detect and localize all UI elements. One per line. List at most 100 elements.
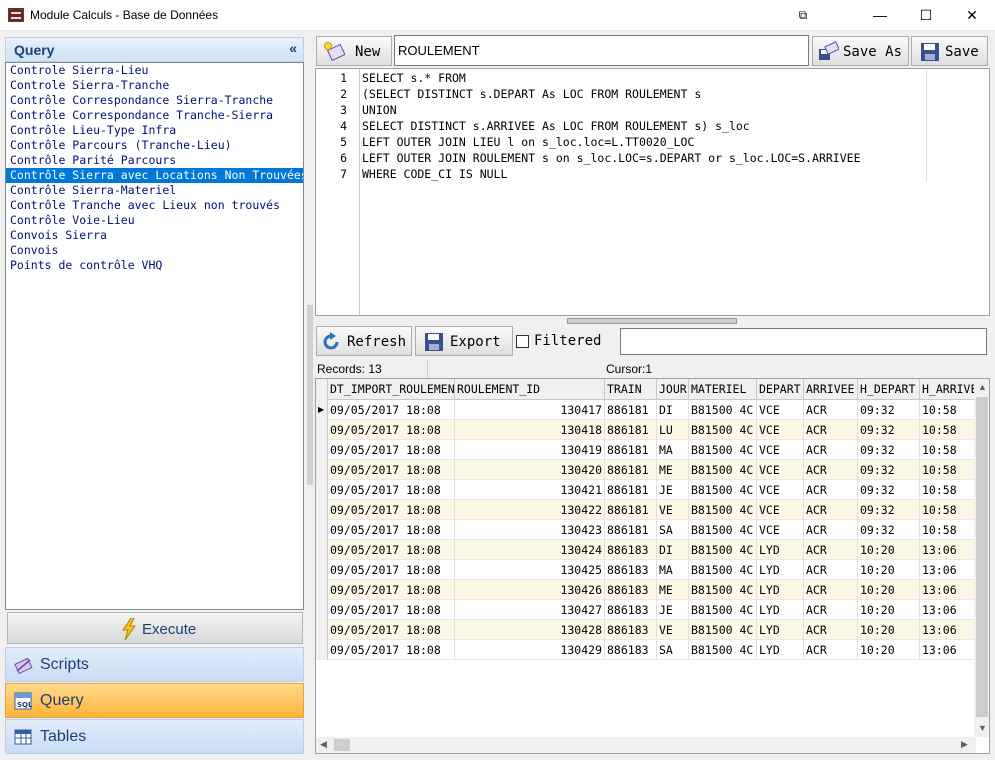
column-header[interactable]: MATERIEL [689, 379, 757, 400]
vertical-scroll-thumb[interactable] [976, 397, 988, 717]
table-cell[interactable]: B81500 4C [689, 560, 757, 580]
query-list-item[interactable]: Convois Sierra [6, 228, 303, 243]
row-indicator[interactable]: ▶ [316, 400, 328, 420]
query-list-item[interactable]: Contrôle Sierra avec Locations Non Trouv… [6, 168, 303, 183]
table-cell[interactable]: 09/05/2017 18:08 [328, 480, 455, 500]
table-cell[interactable]: B81500 4C [689, 520, 757, 540]
table-cell[interactable]: 130419 [455, 440, 605, 460]
table-cell[interactable]: 130425 [455, 560, 605, 580]
table-row[interactable]: 09/05/2017 18:08 130428 886183 VE B81500 4C L… [316, 620, 988, 640]
table-cell[interactable]: 09/05/2017 18:08 [328, 460, 455, 480]
table-cell[interactable]: LYD [757, 600, 804, 620]
table-cell[interactable]: 886181 [605, 480, 657, 500]
table-cell[interactable]: 10:20 [858, 580, 920, 600]
horizontal-scrollbar[interactable]: ◀ ▶ [316, 737, 976, 753]
horizontal-scroll-thumb[interactable] [334, 739, 350, 751]
query-list-item[interactable]: Contrôle Parcours (Tranche-Lieu) [6, 138, 303, 153]
table-cell[interactable]: 09/05/2017 18:08 [328, 600, 455, 620]
table-row[interactable]: 09/05/2017 18:08 130429 886183 SA B81500 4C L… [316, 640, 988, 660]
table-row[interactable]: 09/05/2017 18:08 130423 886181 SA B81500 4C V… [316, 520, 988, 540]
code-line[interactable]: (SELECT DISTINCT s.DEPART As LOC FROM RO… [362, 86, 926, 102]
table-cell[interactable]: ACR [804, 600, 858, 620]
column-header[interactable]: H_DEPART [858, 379, 920, 400]
export-button[interactable]: Export [415, 326, 513, 356]
new-button[interactable]: New [316, 36, 392, 66]
table-cell[interactable]: 09/05/2017 18:08 [328, 540, 455, 560]
query-list-item[interactable]: Controle Sierra-Lieu [6, 63, 303, 78]
table-cell[interactable]: 09/05/2017 18:08 [328, 500, 455, 520]
table-cell[interactable]: 130427 [455, 600, 605, 620]
table-cell[interactable]: 886183 [605, 560, 657, 580]
column-header[interactable]: DT_IMPORT_ROULEMENT [328, 379, 455, 400]
row-indicator[interactable] [316, 460, 328, 480]
table-cell[interactable]: B81500 4C [689, 460, 757, 480]
table-row[interactable]: 09/05/2017 18:08 130425 886183 MA B81500 4C L… [316, 560, 988, 580]
table-cell[interactable]: B81500 4C [689, 500, 757, 520]
table-cell[interactable]: 09/05/2017 18:08 [328, 400, 455, 420]
table-cell[interactable]: VCE [757, 440, 804, 460]
table-cell[interactable]: 130421 [455, 480, 605, 500]
row-indicator[interactable] [316, 620, 328, 640]
table-row[interactable]: 09/05/2017 18:08 130419 886181 MA B81500 4C V… [316, 440, 988, 460]
code-line[interactable]: LEFT OUTER JOIN ROULEMENT s on s_loc.LOC… [362, 150, 926, 166]
table-cell[interactable]: 09/05/2017 18:08 [328, 420, 455, 440]
code-line[interactable]: LEFT OUTER JOIN LIEU l on s_loc.loc=L.TT… [362, 134, 926, 150]
table-cell[interactable]: 130428 [455, 620, 605, 640]
scroll-right-icon[interactable]: ▶ [961, 739, 968, 750]
table-cell[interactable]: DI [657, 400, 689, 420]
table-cell[interactable]: ME [657, 580, 689, 600]
restore-icon[interactable]: ⧉ [780, 0, 826, 30]
query-list-item[interactable]: Contrôle Voie-Lieu [6, 213, 303, 228]
table-cell[interactable]: 886181 [605, 500, 657, 520]
table-cell[interactable]: 10:20 [858, 640, 920, 660]
query-list-item[interactable]: Controle Sierra-Tranche [6, 78, 303, 93]
table-row[interactable]: 09/05/2017 18:08 130426 886183 ME B81500 4C L… [316, 580, 988, 600]
table-cell[interactable]: 09:32 [858, 420, 920, 440]
minimize-button[interactable]: — [857, 0, 903, 30]
table-cell[interactable]: 886181 [605, 520, 657, 540]
table-cell[interactable]: VE [657, 620, 689, 640]
table-cell[interactable]: ME [657, 460, 689, 480]
table-cell[interactable]: 09/05/2017 18:08 [328, 520, 455, 540]
table-cell[interactable]: 09/05/2017 18:08 [328, 620, 455, 640]
table-cell[interactable]: 09:32 [858, 400, 920, 420]
table-cell[interactable]: VCE [757, 420, 804, 440]
column-header[interactable]: ROULEMENT_ID [455, 379, 605, 400]
table-cell[interactable]: ACR [804, 500, 858, 520]
save-as-button[interactable]: Save As [812, 36, 909, 66]
execute-button[interactable]: Execute [7, 612, 303, 644]
table-cell[interactable]: 886183 [605, 540, 657, 560]
close-button[interactable]: ✕ [949, 0, 995, 30]
query-list-item[interactable]: Contrôle Lieu-Type Infra [6, 123, 303, 138]
code-line[interactable]: SELECT s.* FROM [362, 70, 926, 86]
refresh-button[interactable]: Refresh [316, 326, 412, 356]
table-row[interactable]: 09/05/2017 18:08 130424 886183 DI B81500 4C L… [316, 540, 988, 560]
table-cell[interactable]: ACR [804, 640, 858, 660]
table-cell[interactable]: SA [657, 520, 689, 540]
scroll-left-icon[interactable]: ◀ [320, 739, 327, 750]
row-indicator[interactable] [316, 420, 328, 440]
table-cell[interactable]: 130429 [455, 640, 605, 660]
table-cell[interactable]: SA [657, 640, 689, 660]
row-indicator[interactable] [316, 600, 328, 620]
row-indicator[interactable] [316, 480, 328, 500]
table-cell[interactable]: 10:20 [858, 600, 920, 620]
filter-input[interactable] [620, 328, 987, 355]
table-cell[interactable]: 09:32 [858, 440, 920, 460]
table-cell[interactable]: 09:32 [858, 480, 920, 500]
row-indicator[interactable] [316, 640, 328, 660]
table-cell[interactable]: LYD [757, 620, 804, 640]
table-cell[interactable]: VCE [757, 520, 804, 540]
row-indicator[interactable] [316, 520, 328, 540]
column-header[interactable]: JOUR [657, 379, 689, 400]
table-cell[interactable]: 09:32 [858, 460, 920, 480]
table-cell[interactable]: LU [657, 420, 689, 440]
table-cell[interactable]: DI [657, 540, 689, 560]
table-cell[interactable]: LYD [757, 540, 804, 560]
vertical-splitter[interactable] [307, 305, 313, 485]
table-cell[interactable]: ACR [804, 540, 858, 560]
query-list[interactable]: Controle Sierra-Lieu Controle Sierra-Tran… [5, 62, 304, 610]
sql-code[interactable]: SELECT s.* FROM (SELECT DISTINCT s.DEPART… [362, 70, 927, 182]
table-cell[interactable]: JE [657, 600, 689, 620]
table-cell[interactable]: 130422 [455, 500, 605, 520]
